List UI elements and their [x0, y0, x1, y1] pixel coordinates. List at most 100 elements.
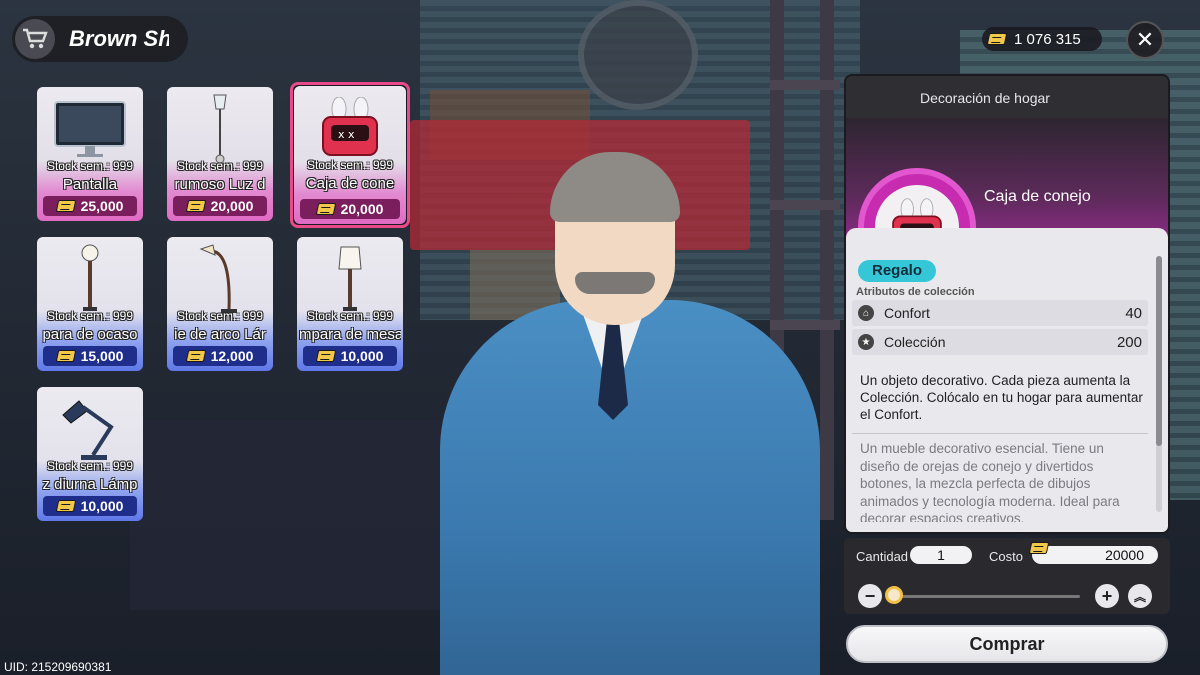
item-name: Pantalla [62, 176, 118, 193]
item-category: Decoración de hogar [920, 90, 1050, 106]
ticket-icon [185, 200, 206, 212]
table-lamp-icon [297, 243, 403, 317]
item-card-lampara-de-mesa[interactable]: Stock sem.: 999 mpara de mesa 10,000 [294, 234, 406, 374]
item-stock: Stock sem.: 999 [176, 309, 264, 323]
double-chevron-up-icon: ︽ [1133, 589, 1146, 604]
item-description: Un objeto decorativo. Cada pieza aumenta… [860, 373, 1143, 422]
cost-label: Costo [989, 549, 1023, 564]
attribute-row-coleccion: ★ Colección 200 [852, 329, 1148, 355]
cost-value: 20000 [1032, 546, 1158, 564]
item-name: z diurna Lámp [42, 476, 138, 493]
desk-lamp-icon [37, 393, 143, 467]
rabbit-box-icon: x x [294, 92, 406, 166]
close-button[interactable]: ✕ [1126, 21, 1164, 59]
user-id: UID: 215209690381 [4, 660, 112, 674]
item-stock: Stock sem.: 999 [46, 459, 134, 473]
item-price-bar: 20,000 [300, 199, 400, 219]
svg-text:x x: x x [338, 128, 355, 141]
item-name: rumoso Luz d [174, 176, 266, 193]
item-card-lampara-de-ocaso[interactable]: Stock sem.: 999 para de ocaso 15,000 [34, 234, 146, 374]
currency-amount: 1 076 315 [1014, 30, 1081, 48]
quantity-slider[interactable] [888, 595, 1080, 598]
ticket-icon [55, 500, 76, 512]
item-price-bar: 12,000 [173, 346, 267, 366]
currency-display: 1 076 315 [982, 27, 1102, 51]
item-name: Caja de cone [305, 175, 395, 192]
panel-body: Regalo Atributos de colección ⌂ Confort … [846, 228, 1168, 532]
item-name: ie de arco Lár [174, 326, 266, 343]
attributes-title: Atributos de colección [856, 286, 975, 298]
item-flavor-text: Un mueble decorativo esencial. Tiene un … [860, 441, 1120, 522]
shelf-bar [770, 200, 840, 210]
max-quantity-button[interactable]: ︽ [1128, 584, 1152, 608]
gift-tag: Regalo [858, 260, 937, 282]
ticket-icon [315, 350, 336, 362]
minus-icon: − [864, 585, 876, 606]
ticket-icon [55, 350, 76, 362]
attribute-label: Colección [884, 334, 946, 350]
cart-icon [15, 19, 55, 59]
item-price: 25,000 [80, 198, 124, 214]
item-card-pantalla[interactable]: Stock sem.: 999 Pantalla 25,000 [34, 84, 146, 224]
quantity-field[interactable]: 1 [910, 546, 972, 564]
monitor-icon [37, 93, 143, 167]
quantity-label: Cantidad [856, 549, 909, 564]
decrease-button[interactable]: − [858, 584, 882, 608]
increase-button[interactable]: + [1095, 584, 1119, 608]
item-stock: Stock sem.: 999 [306, 158, 394, 172]
attribute-value: 40 [1125, 304, 1142, 322]
item-price-bar: 15,000 [43, 346, 137, 366]
panel-scrollbar[interactable] [1156, 256, 1162, 512]
item-card-floor-lamp[interactable]: Stock sem.: 999 rumoso Luz d 20,000 [164, 84, 276, 224]
ticket-icon [986, 33, 1008, 45]
shop-name: Brown Shop [69, 26, 169, 51]
shelf-bar [770, 320, 840, 330]
item-detail-panel: Decoración de hogar x x Caja de conejo ×… [844, 74, 1170, 534]
item-price-bar: 10,000 [43, 496, 137, 516]
item-price: 10,000 [340, 348, 384, 364]
item-card-arc-lamp[interactable]: Stock sem.: 999 ie de arco Lár 12,000 [164, 234, 276, 374]
buy-button[interactable]: Comprar [846, 625, 1168, 663]
item-stock: Stock sem.: 999 [176, 159, 264, 173]
item-card-caja-de-conejo[interactable]: x x Stock sem.: 999 Caja de cone 20,000 [290, 82, 410, 228]
panel-header: Decoración de hogar [846, 76, 1168, 118]
attribute-value: 200 [1116, 333, 1142, 351]
item-name: mpara de mesa [299, 326, 401, 343]
attribute-label: Confort [884, 305, 930, 321]
shelf-bar [770, 80, 840, 90]
ticket-icon [55, 200, 76, 212]
shelf-pole [820, 0, 834, 520]
home-icon: ⌂ [858, 305, 874, 321]
item-card-desk-lamp[interactable]: Stock sem.: 999 z diurna Lámp 10,000 [34, 384, 146, 524]
item-stock: Stock sem.: 999 [306, 309, 394, 323]
plus-icon: + [1101, 585, 1113, 606]
shopkeeper-mustache [575, 272, 655, 294]
item-price: 10,000 [80, 498, 124, 514]
slider-handle[interactable] [885, 586, 903, 604]
item-price: 20,000 [210, 198, 254, 214]
item-stock: Stock sem.: 999 [46, 159, 134, 173]
shopkeeper-jacket [440, 300, 820, 675]
item-price: 15,000 [80, 348, 124, 364]
item-price-bar: 10,000 [303, 346, 397, 366]
arc-lamp-icon [167, 243, 273, 317]
item-name: para de ocaso [42, 326, 138, 343]
scrollbar-thumb[interactable] [1156, 256, 1162, 446]
item-price-bar: 20,000 [173, 196, 267, 216]
ticket-icon [315, 203, 336, 215]
floor-lamp-icon [167, 93, 273, 167]
item-price: 20,000 [340, 201, 384, 217]
fan-prop [578, 0, 698, 110]
star-icon: ★ [858, 334, 874, 350]
item-price-bar: 25,000 [43, 196, 137, 216]
purchase-controls: Cantidad 1 Costo 20000 − + ︽ [844, 538, 1170, 614]
ticket-icon [185, 350, 206, 362]
attribute-row-confort: ⌂ Confort 40 [852, 300, 1148, 326]
sunset-lamp-icon [37, 243, 143, 317]
item-title: Caja de conejo [984, 188, 1091, 205]
ticket-icon [1028, 542, 1050, 554]
item-price: 12,000 [210, 348, 254, 364]
shop-header[interactable]: Brown Shop [12, 16, 188, 62]
close-icon: ✕ [1135, 27, 1155, 52]
divider [852, 433, 1148, 434]
